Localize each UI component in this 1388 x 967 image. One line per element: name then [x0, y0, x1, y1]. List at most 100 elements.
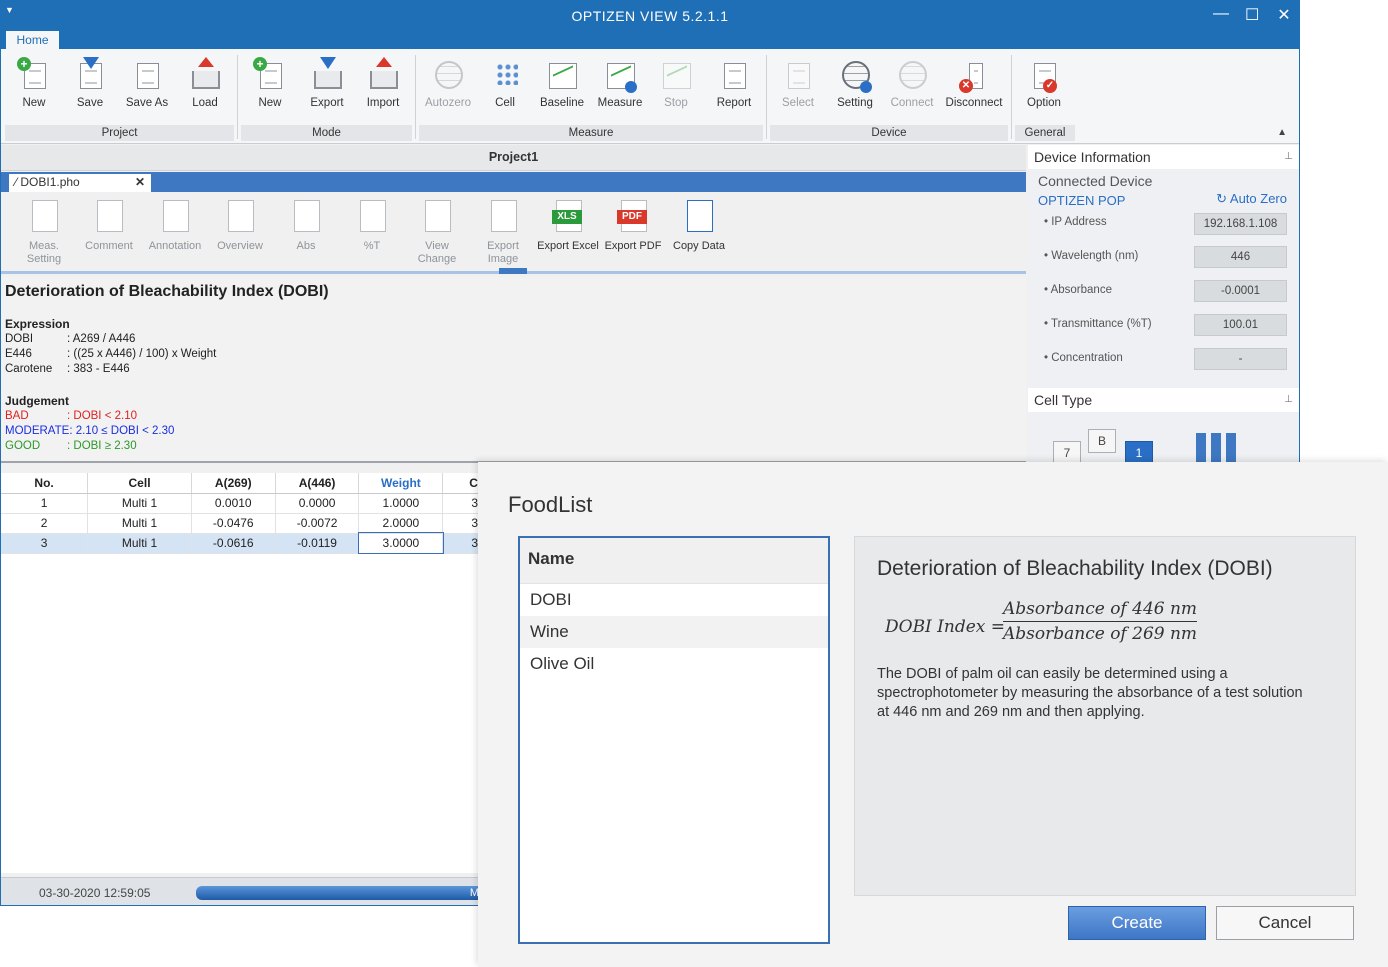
list-item-olive-oil[interactable]: Olive Oil	[520, 648, 828, 680]
expression-row: DOBI: A269 / A446	[5, 333, 136, 345]
measure-button[interactable]: Measure	[591, 53, 649, 109]
collapse-ribbon-icon[interactable]: ▲	[1277, 127, 1287, 138]
comment-icon	[93, 200, 125, 234]
progress-bar: M	[196, 886, 479, 900]
cell-type-b-button[interactable]: B	[1088, 429, 1116, 453]
magnifier-icon	[224, 200, 256, 234]
copy-data-button[interactable]: Copy Data	[668, 198, 730, 253]
stop-icon	[659, 57, 693, 93]
abs-chart-icon	[290, 200, 322, 234]
comment-button[interactable]: Comment	[78, 198, 140, 253]
column-header[interactable]: Weight	[358, 473, 444, 494]
column-header[interactable]: C	[442, 473, 479, 494]
group-general: General	[1015, 125, 1075, 141]
column-header[interactable]: A(269)	[191, 473, 276, 494]
cancel-button[interactable]: Cancel	[1216, 906, 1354, 940]
cell-type-header: Cell Type ⊥	[1028, 388, 1299, 412]
abs-button[interactable]: Abs	[275, 198, 337, 253]
formula-denominator: Absorbance of 269 nm	[1003, 624, 1198, 644]
import-icon	[366, 57, 400, 93]
list-item-dobi[interactable]: DOBI	[520, 584, 828, 616]
foodlist-dialog: FoodList Name DOBI Wine Olive Oil Deteri…	[478, 462, 1388, 967]
option-button[interactable]: ✓ Option	[1015, 53, 1073, 109]
save-as-button[interactable]: Save As	[118, 53, 176, 109]
document-tab[interactable]: ⁄ DOBI1.pho ✕	[9, 174, 151, 192]
transmittance-chart-icon	[356, 200, 388, 234]
close-tab-icon[interactable]: ✕	[135, 174, 145, 191]
transmittance-button[interactable]: %T	[341, 198, 403, 253]
disconnect-plug-icon: ✕	[957, 57, 991, 93]
new-project-button[interactable]: + New	[5, 53, 63, 109]
ribbon-tab-row: Home	[1, 31, 1299, 50]
cell-button[interactable]: Cell	[476, 53, 534, 109]
meas-setting-button[interactable]: Meas. Setting	[13, 198, 75, 266]
export-image-button[interactable]: Export Image	[472, 198, 534, 266]
export-excel-button[interactable]: XLS Export Excel	[537, 198, 599, 253]
globe-setting-icon	[838, 57, 872, 93]
device-info-header: Device Information ⊥	[1028, 145, 1299, 169]
expression-row: E446: ((25 x A446) / 100) x Weight	[5, 348, 217, 360]
autozero-button[interactable]: Autozero	[419, 53, 477, 109]
list-item-wine[interactable]: Wine	[520, 616, 828, 648]
prop-wavelength-label: • Wavelength (nm)	[1044, 250, 1139, 262]
minimize-button[interactable]: —	[1213, 5, 1229, 25]
judgement-heading: Judgement	[5, 394, 70, 408]
column-header[interactable]: Cell	[87, 473, 192, 494]
project-title: Project1	[1, 145, 1026, 171]
export-pdf-button[interactable]: PDF Export PDF	[602, 198, 664, 253]
connect-button[interactable]: Connect	[883, 53, 941, 109]
save-as-icon	[130, 57, 164, 93]
judgement-good: GOOD: DOBI ≥ 2.30	[5, 440, 137, 452]
view-change-button[interactable]: View Change	[406, 198, 468, 266]
device-name: OPTIZEN POP	[1038, 193, 1126, 208]
results-table: No. Cell A(269) A(446) Weight C 1 Multi 1…	[1, 473, 479, 873]
setting-button[interactable]: Setting	[826, 53, 884, 109]
column-header[interactable]: A(446)	[275, 473, 360, 494]
select-button[interactable]: Select	[769, 53, 827, 109]
create-button[interactable]: Create	[1068, 906, 1206, 940]
baseline-button[interactable]: Baseline	[533, 53, 591, 109]
auto-zero-link[interactable]: ↻ Auto Zero	[1216, 191, 1287, 207]
save-button[interactable]: Save	[61, 53, 119, 109]
table-row[interactable]: 2 Multi 1 -0.0476 -0.0072 2.0000 3	[1, 513, 479, 534]
prop-absorbance-value: -0.0001	[1194, 280, 1287, 302]
group-measure: Measure	[419, 125, 763, 141]
tab-home[interactable]: Home	[6, 31, 59, 50]
prop-transmittance-label: • Transmittance (%T)	[1044, 318, 1152, 330]
export-button[interactable]: Export	[298, 53, 356, 109]
ribbon: + New Save Save As Load + New Export Imp…	[1, 49, 1299, 144]
column-header[interactable]: No.	[1, 473, 89, 494]
mode-new-button[interactable]: + New	[241, 53, 299, 109]
detail-title: Deterioration of Bleachability Index (DO…	[877, 557, 1273, 580]
formula-lhs: DOBI Index =	[885, 617, 1006, 637]
report-button[interactable]: Report	[705, 53, 763, 109]
maximize-button[interactable]: ☐	[1245, 5, 1259, 25]
image-icon	[487, 200, 519, 234]
expression-heading: Expression	[5, 317, 70, 331]
disconnect-button[interactable]: ✕ Disconnect	[945, 53, 1003, 109]
pin-icon[interactable]: ⊥	[1284, 145, 1293, 169]
pin-icon[interactable]: ⊥	[1284, 388, 1293, 412]
stop-button[interactable]: Stop	[647, 53, 705, 109]
new-document-icon: +	[17, 57, 51, 93]
close-button[interactable]: ✕	[1277, 5, 1291, 25]
annotation-button[interactable]: Annotation	[144, 198, 206, 253]
window-title: OPTIZEN VIEW 5.2.1.1	[571, 8, 729, 24]
table-row[interactable]: 1 Multi 1 0.0010 0.0000 1.0000 3	[1, 493, 479, 514]
weight-edit-cell[interactable]: 3.0000	[357, 532, 444, 554]
method-title: Deterioration of Bleachability Index (DO…	[5, 283, 329, 300]
list-header: Name	[520, 538, 828, 584]
prop-ip-label: • IP Address	[1044, 216, 1107, 228]
prop-absorbance-label: • Absorbance	[1044, 284, 1112, 296]
spectrum-file-icon: ⁄	[15, 175, 18, 189]
connect-plug-icon	[895, 57, 929, 93]
title-bar: ▼ OPTIZEN VIEW 5.2.1.1 — ☐ ✕	[1, 1, 1299, 31]
load-button[interactable]: Load	[176, 53, 234, 109]
dialog-title: FoodList	[508, 492, 593, 517]
toolbar-collapse-handle[interactable]	[499, 268, 527, 274]
overview-button[interactable]: Overview	[209, 198, 271, 253]
table-row-selected[interactable]: 3 Multi 1 -0.0616 -0.0119 3.0000 3	[1, 532, 479, 554]
excel-icon: XLS	[552, 200, 584, 234]
import-button[interactable]: Import	[354, 53, 412, 109]
device-info-panel: Device Information ⊥ Connected Device OPT…	[1028, 145, 1299, 465]
